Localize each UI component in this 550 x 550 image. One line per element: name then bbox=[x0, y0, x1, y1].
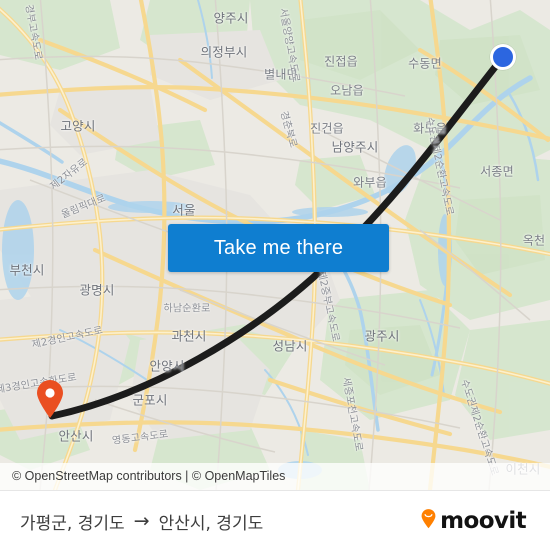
footer-bar: 가평군, 경기도 → 안산시, 경기도 moovit bbox=[0, 490, 550, 550]
route-summary: 가평군, 경기도 → 안산시, 경기도 bbox=[20, 491, 263, 550]
origin-circle-marker[interactable] bbox=[490, 44, 516, 70]
destination-pin-marker[interactable] bbox=[35, 379, 65, 419]
moovit-logo[interactable]: moovit bbox=[420, 491, 527, 550]
moovit-route-map-card: 고양시 양주시 의정부시 별내면 진접읍 수동면 오남읍 진건읍 화도읍 남양주시 와부읍 서종면 옥천… bbox=[0, 0, 550, 550]
arrow-right-icon: → bbox=[133, 509, 150, 532]
origin-label: 가평군, 경기도 bbox=[20, 513, 125, 534]
moovit-pin-icon bbox=[420, 508, 437, 534]
destination-label: 안산시, 경기도 bbox=[158, 513, 264, 534]
map-canvas[interactable]: 고양시 양주시 의정부시 별내면 진접읍 수동면 오남읍 진건읍 화도읍 남양주시 와부읍 서종면 옥천… bbox=[0, 0, 550, 490]
moovit-wordmark: moovit bbox=[440, 508, 526, 534]
map-attribution: © OpenStreetMap contributors | © OpenMap… bbox=[0, 463, 550, 490]
take-me-there-button[interactable]: Take me there bbox=[168, 224, 389, 272]
